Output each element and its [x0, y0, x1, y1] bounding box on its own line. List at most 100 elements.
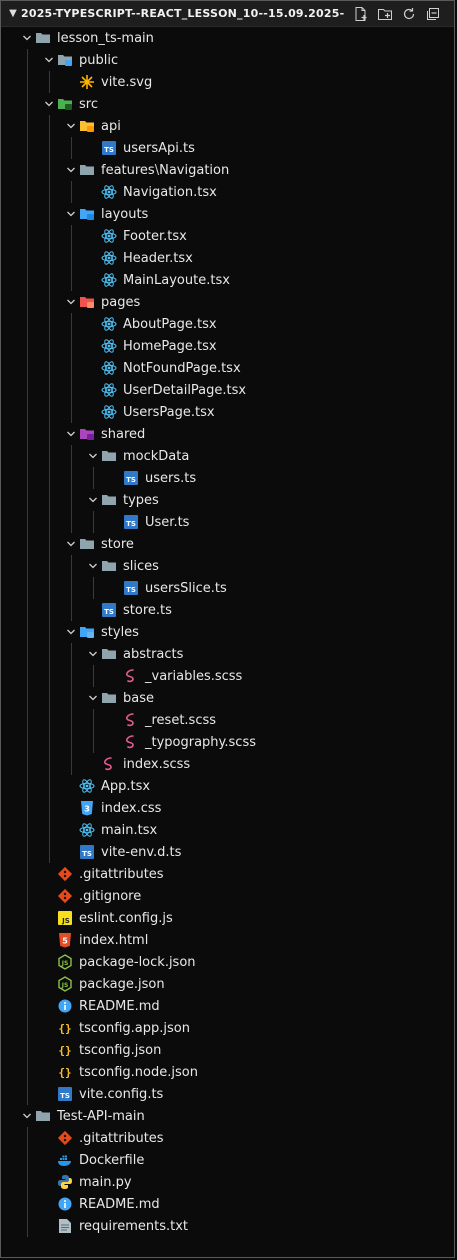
tree-folder[interactable]: styles [1, 621, 454, 643]
indent-guide [93, 665, 94, 687]
chevron-down-icon[interactable] [19, 1105, 35, 1127]
new-file-icon[interactable] [352, 5, 370, 23]
tree-file[interactable]: .gitattributes [1, 1127, 454, 1149]
tree-item-name: usersApi.ts [123, 140, 195, 156]
indent-guide [27, 643, 28, 665]
tree-file[interactable]: TS usersSlice.ts [1, 577, 454, 599]
chevron-down-icon[interactable] [85, 445, 101, 467]
tree-item-label: Dockerfile [79, 1153, 144, 1168]
tree-folder[interactable]: api [1, 115, 454, 137]
tree-folder[interactable]: public [1, 49, 454, 71]
tree-folder[interactable]: store [1, 533, 454, 555]
tree-file[interactable]: .gitignore [1, 885, 454, 907]
tree-file[interactable]: Dockerfile [1, 1149, 454, 1171]
tree-folder[interactable]: mockData [1, 445, 454, 467]
tree-item-name: abstracts [123, 646, 184, 662]
tree-file[interactable]: README.md [1, 1193, 454, 1215]
tree-item-label: public [79, 53, 118, 68]
tree-file[interactable]: {} tsconfig.node.json [1, 1061, 454, 1083]
tree-file[interactable]: README.md [1, 995, 454, 1017]
tree-file[interactable]: .gitattributes [1, 863, 454, 885]
chevron-down-icon[interactable] [63, 423, 79, 445]
tree-file[interactable]: MainLayoute.tsx [1, 269, 454, 291]
indent-guide [27, 709, 28, 731]
tree-file[interactable]: UsersPage.tsx [1, 401, 454, 423]
chevron-down-icon[interactable] [41, 49, 57, 71]
tree-file[interactable]: JS eslint.config.js [1, 907, 454, 929]
tree-file[interactable]: App.tsx [1, 775, 454, 797]
tree-folder[interactable]: pages [1, 291, 454, 313]
tree-item-label: Footer.tsx [123, 229, 187, 244]
tree-file[interactable]: TS users.ts [1, 467, 454, 489]
tree-file[interactable]: _typography.scss [1, 731, 454, 753]
tree-file[interactable]: HomePage.tsx [1, 335, 454, 357]
indent-guide [71, 401, 72, 423]
tree-file[interactable]: AboutPage.tsx [1, 313, 454, 335]
tree-file[interactable]: main.tsx [1, 819, 454, 841]
tree-folder[interactable]: features\Navigation [1, 159, 454, 181]
tree-file[interactable]: vite.svg [1, 71, 454, 93]
chevron-down-icon[interactable] [63, 159, 79, 181]
chevron-down-icon[interactable] [85, 687, 101, 709]
tree-file[interactable]: Header.tsx [1, 247, 454, 269]
tree-file[interactable]: {} tsconfig.json [1, 1039, 454, 1061]
tree-file[interactable]: TS usersApi.ts [1, 137, 454, 159]
tree-item-label: types [123, 493, 159, 508]
chevron-down-icon[interactable] [63, 203, 79, 225]
tree-file[interactable]: Footer.tsx [1, 225, 454, 247]
tree-folder[interactable]: slices [1, 555, 454, 577]
refresh-icon[interactable] [400, 5, 418, 23]
tree-file[interactable]: _variables.scss [1, 665, 454, 687]
tree-item-label: abstracts [123, 647, 183, 662]
chevron-down-icon[interactable] [41, 93, 57, 115]
explorer-header[interactable]: ▼ 2025-TYPESCRIPT--REACT_LESSON_10--15.0… [1, 1, 454, 27]
tree-file[interactable]: NotFoundPage.tsx [1, 357, 454, 379]
tree-file[interactable]: Navigation.tsx [1, 181, 454, 203]
tree-folder[interactable]: shared [1, 423, 454, 445]
tree-file[interactable]: index.scss [1, 753, 454, 775]
tree-file[interactable]: TS store.ts [1, 599, 454, 621]
tree-file[interactable]: 5 index.html [1, 929, 454, 951]
tree-file[interactable]: JS package.json [1, 973, 454, 995]
folder-icon [35, 1108, 51, 1124]
tree-file[interactable]: TS vite.config.ts [1, 1083, 454, 1105]
tree-folder[interactable]: abstracts [1, 643, 454, 665]
tree-file[interactable]: JS package-lock.json [1, 951, 454, 973]
tree-file[interactable]: {} tsconfig.app.json [1, 1017, 454, 1039]
chevron-down-icon[interactable] [63, 291, 79, 313]
tree-folder[interactable]: Test-API-main [1, 1105, 454, 1127]
indent-guide [27, 1127, 28, 1149]
folder-icon [79, 536, 95, 552]
tree-item-name: users.ts [145, 470, 197, 486]
tree-file[interactable]: 3 index.css [1, 797, 454, 819]
tree-file[interactable]: main.py [1, 1171, 454, 1193]
tree-file[interactable]: UserDetailPage.tsx [1, 379, 454, 401]
tree-file[interactable]: TS vite-env.d.ts [1, 841, 454, 863]
tree-folder[interactable]: layouts [1, 203, 454, 225]
new-folder-icon[interactable] [376, 5, 394, 23]
tree-file[interactable]: requirements.txt [1, 1215, 454, 1237]
chevron-down-icon[interactable] [63, 115, 79, 137]
workspace-title[interactable]: 2025-TYPESCRIPT--REACT_LESSON_10--15.09.… [21, 7, 352, 20]
tree-folder[interactable]: types [1, 489, 454, 511]
chevron-down-icon[interactable]: ▼ [5, 8, 21, 19]
chevron-down-icon[interactable] [85, 489, 101, 511]
collapse-all-icon[interactable] [424, 5, 442, 23]
indent-guide [27, 511, 28, 533]
chevron-down-icon[interactable] [19, 27, 35, 49]
chevron-down-icon[interactable] [85, 643, 101, 665]
folder-icon [101, 646, 117, 662]
tree-folder[interactable]: lesson_ts-main [1, 27, 454, 49]
tree-folder[interactable]: src [1, 93, 454, 115]
tree-item-name: User.ts [145, 514, 190, 530]
chevron-down-icon[interactable] [63, 621, 79, 643]
tree-folder[interactable]: base [1, 687, 454, 709]
chevron-down-icon[interactable] [63, 533, 79, 555]
tree-file[interactable]: TS User.ts [1, 511, 454, 533]
git-icon [57, 888, 73, 904]
chevron-down-icon[interactable] [85, 555, 101, 577]
tree-file[interactable]: _reset.scss [1, 709, 454, 731]
react-icon [101, 316, 117, 332]
